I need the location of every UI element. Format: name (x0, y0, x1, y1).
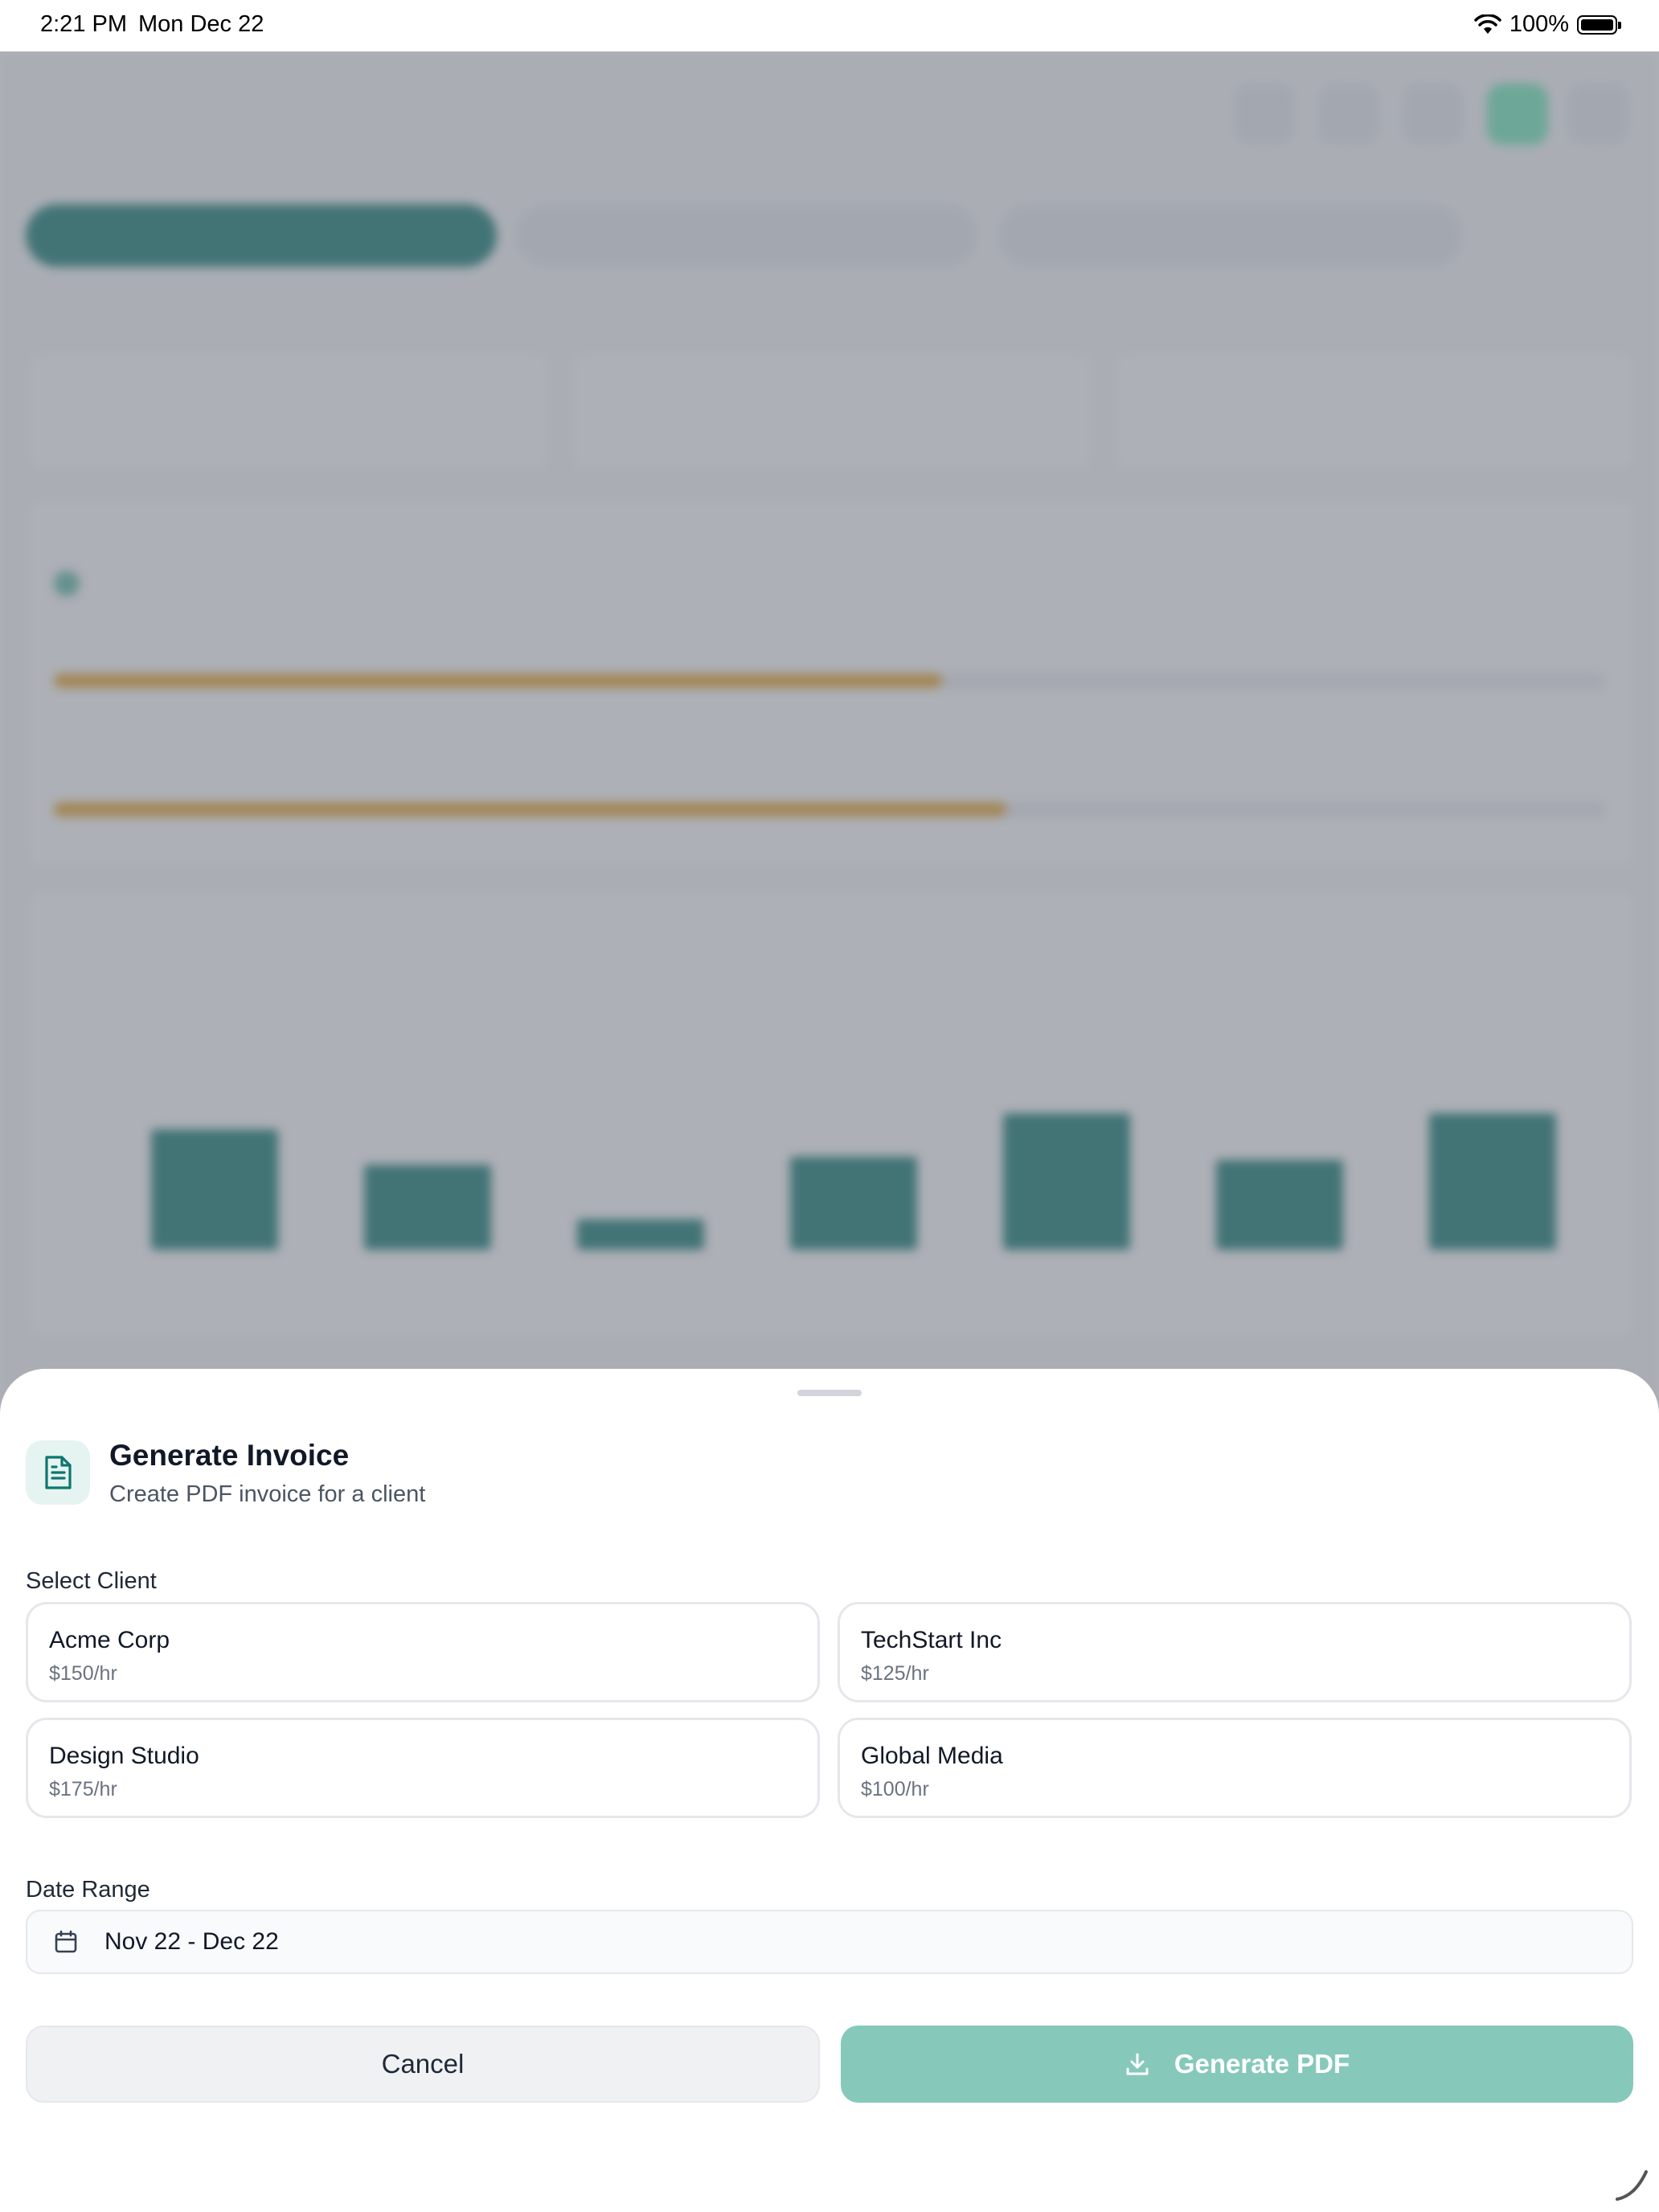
client-name: Global Media (861, 1743, 1003, 1769)
date-range-field[interactable]: Nov 22 - Dec 22 (26, 1910, 1633, 1974)
client-name: Design Studio (49, 1743, 199, 1769)
calendar-icon (55, 1930, 77, 1953)
status-right: 100% (1474, 11, 1621, 38)
client-name: Acme Corp (49, 1627, 170, 1653)
date-range-value: Nov 22 - Dec 22 (104, 1928, 279, 1955)
modal-scrim[interactable] (0, 51, 1659, 1418)
client-rate: $100/hr (861, 1778, 929, 1800)
client-option-acme-corp[interactable]: Acme Corp $150/hr (26, 1602, 820, 1702)
select-client-label: Select Client (26, 1568, 157, 1594)
download-icon (1126, 2053, 1149, 2075)
corner-resize-icon (1616, 2170, 1648, 2201)
sheet-title: Generate Invoice (109, 1439, 350, 1472)
client-rate: $175/hr (49, 1778, 117, 1800)
client-option-techstart-inc[interactable]: TechStart Inc $125/hr (838, 1602, 1632, 1702)
document-icon (26, 1440, 90, 1505)
sheet-grabber[interactable] (797, 1390, 862, 1396)
client-name: TechStart Inc (861, 1627, 1002, 1653)
date-range-label: Date Range (26, 1877, 150, 1903)
cancel-button[interactable]: Cancel (26, 2026, 820, 2103)
status-bar: 2:21 PM Mon Dec 22 100% (0, 0, 1659, 51)
wifi-icon (1474, 14, 1501, 34)
generate-pdf-button[interactable]: Generate PDF (841, 2026, 1633, 2103)
sheet-subtitle: Create PDF invoice for a client (109, 1481, 426, 1507)
client-option-global-media[interactable]: Global Media $100/hr (838, 1718, 1632, 1818)
generate-pdf-label: Generate PDF (1174, 2049, 1350, 2079)
client-rate: $150/hr (49, 1662, 117, 1685)
status-time: 2:21 PM (40, 11, 127, 37)
client-option-design-studio[interactable]: Design Studio $175/hr (26, 1718, 820, 1818)
client-rate: $125/hr (861, 1662, 929, 1685)
battery-icon (1577, 14, 1621, 35)
status-date: Mon Dec 22 (138, 11, 264, 37)
generate-invoice-sheet: Generate Invoice Create PDF invoice for … (0, 1369, 1659, 2212)
battery-percent: 100% (1509, 11, 1569, 37)
